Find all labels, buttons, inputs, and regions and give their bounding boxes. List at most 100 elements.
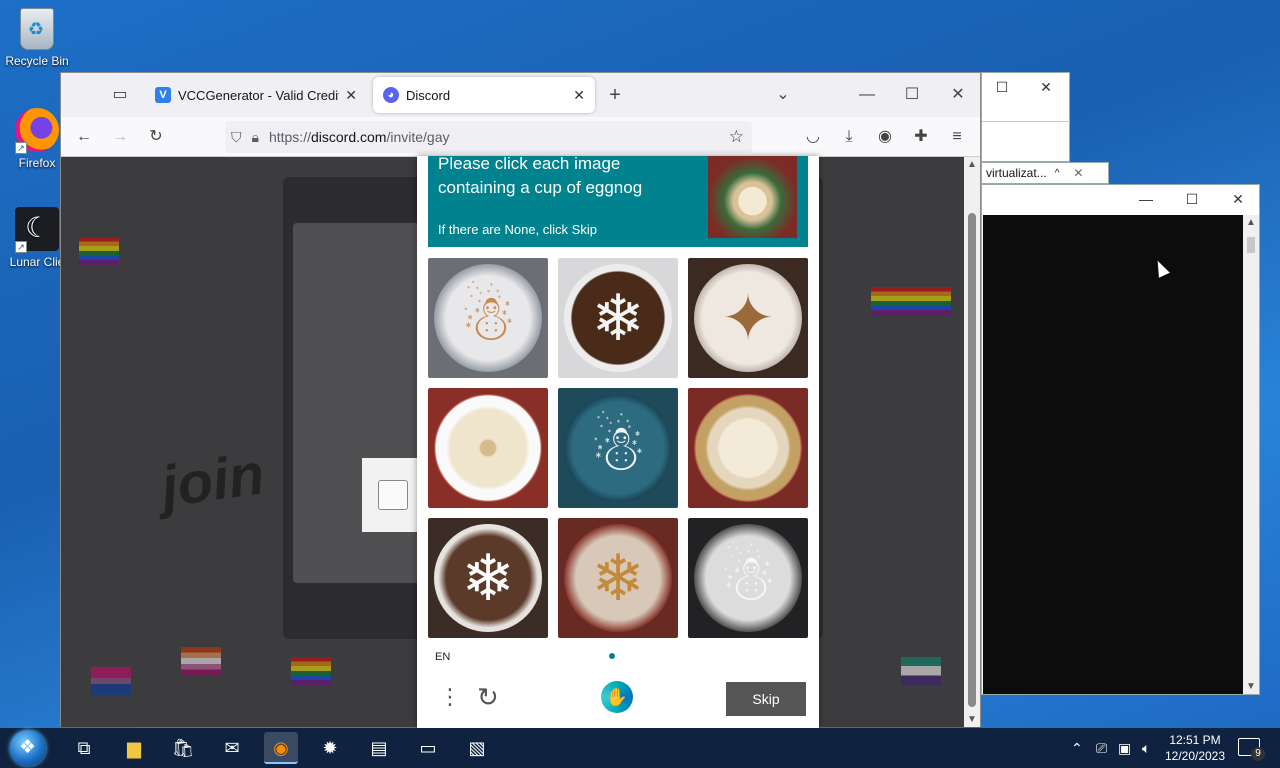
pocket-icon[interactable]: ◡ — [799, 123, 827, 151]
challenge-grid: ☃ ❄ ✦ ☃ ❄ ❄ ☃ — [428, 258, 808, 638]
challenge-hint: If there are None, click Skip — [438, 222, 597, 237]
tab-bar: ▭ V VCCGenerator - Valid Credit Car ✕ ◕ … — [61, 73, 980, 117]
clock-time: 12:51 PM — [1169, 733, 1221, 747]
refresh-challenge-icon[interactable]: ↻ — [477, 682, 499, 713]
close-window-icon[interactable]: ✕ — [944, 81, 972, 109]
challenge-tile-4[interactable] — [428, 388, 548, 508]
minimize-icon[interactable]: — — [853, 81, 881, 109]
rainbow-flag-image — [79, 237, 119, 265]
lock-icon[interactable]: 🔒︎ — [252, 129, 259, 146]
notifications-icon[interactable]: 9 — [1238, 738, 1265, 761]
volume-muted-icon[interactable]: 🔈︎ — [1142, 728, 1150, 768]
url-prefix: https:// — [268, 129, 311, 145]
minimize-icon[interactable]: — — [1126, 185, 1166, 213]
new-tab-icon[interactable]: + — [601, 81, 629, 109]
desktop-icon-recycle-bin[interactable]: Recycle Bin — [0, 8, 74, 68]
challenge-tile-8[interactable]: ❄ — [558, 518, 678, 638]
recycle-bin-icon — [20, 8, 54, 50]
discord-favicon-icon: ◕ — [383, 87, 399, 103]
shield-icon[interactable]: ⛉ — [231, 129, 242, 146]
page-scrollbar[interactable]: ▲ ▼ — [964, 157, 980, 727]
system-clock[interactable]: 12:51 PM 12/20/2023 — [1162, 732, 1228, 764]
challenge-tile-6[interactable] — [688, 388, 808, 508]
task-view-icon[interactable]: ⧉ — [67, 732, 101, 764]
control-panel-icon[interactable]: ▤ — [362, 732, 396, 764]
background-tab-strip[interactable]: virtualizat... ^ ✕ — [981, 162, 1109, 184]
firefox-icon: ↗ — [15, 108, 59, 154]
close-icon[interactable]: ✕ — [1073, 166, 1083, 180]
hcaptcha-logo-icon[interactable]: ✋ — [601, 681, 633, 713]
chevron-up-icon[interactable]: ^ — [1055, 168, 1060, 179]
account-icon[interactable]: ◉ — [871, 123, 899, 151]
reload-icon[interactable]: ↻ — [142, 123, 170, 151]
taskbar: ⧉ ▆ 🛍︎ ✉ ◉ ✹ ▤ ▭ ▧ ⌃ ⎚ ▣ 🔈︎ 12:51 PM 12/… — [0, 728, 1280, 768]
challenge-tile-9[interactable]: ☃ — [688, 518, 808, 638]
background-window[interactable]: ☐ ✕ — [981, 72, 1070, 162]
terminal-body[interactable] — [983, 215, 1244, 694]
firefox-taskbar-icon[interactable]: ◉ — [264, 732, 298, 764]
tab-title: VCCGenerator - Valid Credit Car — [178, 87, 340, 103]
terminal-taskbar-icon[interactable]: ▭ — [411, 732, 445, 764]
file-explorer-icon[interactable]: ▆ — [117, 732, 151, 764]
example-image — [708, 156, 797, 238]
pride-flag-image — [91, 667, 131, 695]
bookmark-star-icon[interactable]: ☆ — [729, 127, 744, 147]
background-tab-label[interactable]: virtualizat... — [986, 166, 1047, 180]
scrollbar-thumb[interactable] — [968, 213, 976, 707]
hcaptcha-challenge: Please click each image containing a cup… — [417, 154, 819, 728]
forward-icon[interactable]: → — [106, 123, 134, 151]
settings-app-icon[interactable]: ✹ — [313, 732, 347, 764]
show-hidden-icons-icon[interactable]: ⌃ — [1071, 728, 1083, 768]
join-decoration: join — [156, 441, 269, 520]
menu-icon[interactable]: ≡ — [943, 123, 971, 151]
network-icon[interactable]: ▣ — [1118, 728, 1131, 768]
maximize-icon[interactable]: ☐ — [898, 81, 926, 109]
challenge-tile-7[interactable]: ❄ — [428, 518, 548, 638]
remote-desktop-icon[interactable]: ▧ — [460, 732, 494, 764]
maximize-icon[interactable]: ☐ — [1172, 185, 1212, 213]
captcha-checkbox-card[interactable] — [362, 458, 422, 532]
vcc-favicon-icon: V — [155, 87, 171, 103]
back-icon[interactable]: ← — [70, 123, 98, 151]
start-button[interactable] — [10, 730, 46, 766]
list-tabs-icon[interactable]: ⌄ — [769, 81, 797, 109]
store-icon[interactable]: 🛍︎ — [166, 732, 200, 764]
terminal-window[interactable]: — ☐ ✕ ▲ ▼ — [981, 184, 1260, 695]
url-host: discord.com — [310, 129, 387, 145]
notification-count-badge: 9 — [1251, 747, 1265, 761]
pride-flag-image — [291, 657, 331, 685]
challenge-tile-2[interactable]: ❄ — [558, 258, 678, 378]
downloads-icon[interactable]: ⤓ — [835, 123, 863, 151]
challenge-header: Please click each image containing a cup… — [428, 154, 808, 247]
captcha-checkbox[interactable] — [378, 480, 408, 510]
url-path: /invite/gay — [386, 129, 450, 145]
maximize-icon[interactable]: ☐ — [982, 73, 1022, 101]
firefox-view-icon[interactable]: ▭ — [106, 81, 134, 109]
tab-discord[interactable]: ◕ Discord ✕ — [373, 77, 595, 113]
pride-flag-image — [181, 647, 221, 675]
device-icon[interactable]: ⎚ — [1096, 728, 1107, 768]
lunar-client-icon: ↗ — [15, 207, 59, 253]
challenge-tile-1[interactable]: ☃ — [428, 258, 548, 378]
close-icon[interactable]: ✕ — [1218, 185, 1258, 213]
skip-button[interactable]: Skip — [726, 682, 806, 716]
close-tab-icon[interactable]: ✕ — [339, 87, 357, 104]
language-selector[interactable]: EN — [435, 651, 450, 663]
close-tab-icon[interactable]: ✕ — [567, 87, 585, 104]
terminal-scrollbar[interactable]: ▲ ▼ — [1243, 215, 1259, 694]
more-options-icon[interactable]: ⋮ — [439, 686, 461, 708]
desktop-icon-label: Recycle Bin — [5, 54, 69, 68]
nav-toolbar: ← → ↻ ⛉ 🔒︎ https://discord.com/invite/ga… — [61, 117, 980, 157]
page-indicator-dot — [609, 653, 615, 659]
close-icon[interactable]: ✕ — [1026, 73, 1066, 101]
clock-date: 12/20/2023 — [1164, 749, 1226, 763]
tab-title: Discord — [406, 87, 451, 103]
extensions-icon[interactable]: ✚ — [907, 123, 935, 151]
url-bar[interactable]: ⛉ 🔒︎ https://discord.com/invite/gay ☆ — [225, 121, 752, 153]
challenge-tile-3[interactable]: ✦ — [688, 258, 808, 378]
pride-flag-image — [901, 657, 941, 685]
mail-icon[interactable]: ✉ — [215, 732, 249, 764]
tab-vccgenerator[interactable]: V VCCGenerator - Valid Credit Car ✕ — [145, 77, 367, 113]
challenge-prompt: Please click each image containing a cup… — [438, 154, 643, 197]
challenge-tile-5[interactable]: ☃ — [558, 388, 678, 508]
